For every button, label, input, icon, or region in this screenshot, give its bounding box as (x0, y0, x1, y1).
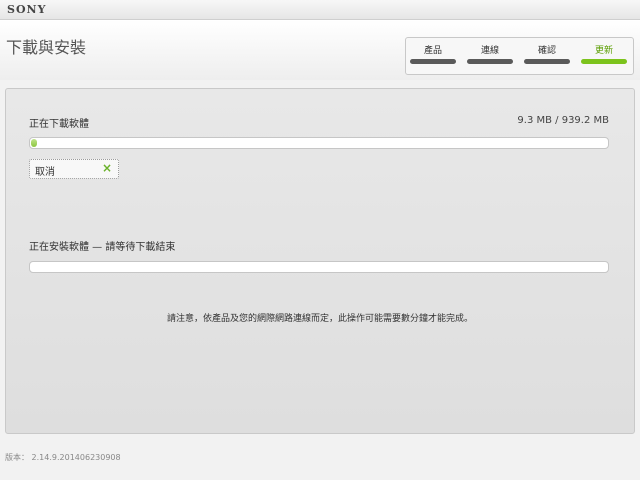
step-bar (467, 59, 513, 64)
step-update: 更新 (579, 38, 629, 74)
step-label: 連線 (480, 46, 499, 56)
install-label: 正在安裝軟體 — 請等待下載結束 (29, 242, 176, 253)
notice-text: 請注意，依產品及您的網際網路連線而定，此操作可能需要數分鐘才能完成。 (166, 314, 473, 324)
step-bar (581, 59, 627, 64)
step-connect: 連線 (465, 38, 515, 74)
sony-logo: SONY (7, 3, 47, 16)
download-progress-bar (29, 137, 609, 149)
step-product: 產品 (408, 38, 458, 74)
install-progress-bar (29, 261, 609, 273)
page-title: 下載與安裝 (6, 38, 87, 57)
cancel-label: 取消 (35, 167, 55, 178)
close-icon: × (101, 161, 112, 175)
step-confirm: 確認 (522, 38, 572, 74)
step-label: 產品 (423, 46, 442, 56)
step-indicator: 產品 連線 確認 更新 (405, 37, 634, 75)
download-label: 正在下載軟體 (29, 119, 89, 130)
version-text: 版本： 2.14.9.201406230908 (5, 453, 121, 462)
download-progress-fill (31, 139, 37, 147)
title-bar: SONY (0, 0, 640, 20)
step-bar (410, 59, 456, 64)
step-label: 確認 (537, 46, 556, 56)
main-panel: 正在下載軟體 9.3 MB / 939.2 MB 取消 × 正在安裝軟體 — 請… (5, 88, 635, 434)
header: 下載與安裝 產品 連線 確認 更新 (0, 20, 640, 80)
step-bar (524, 59, 570, 64)
download-size: 9.3 MB / 939.2 MB (517, 115, 609, 126)
step-label: 更新 (594, 46, 613, 56)
cancel-button[interactable]: 取消 × (29, 159, 119, 179)
